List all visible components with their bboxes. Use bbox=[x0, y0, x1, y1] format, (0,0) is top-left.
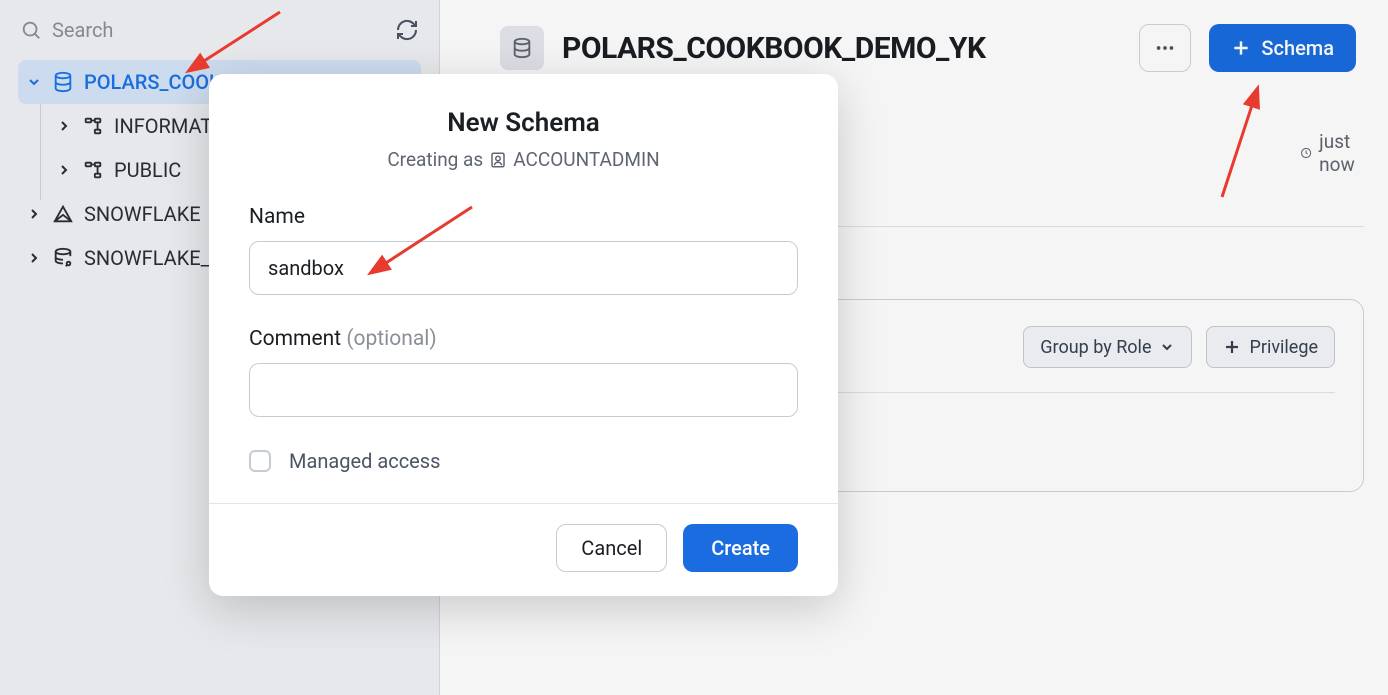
create-button[interactable]: Create bbox=[683, 524, 798, 572]
name-label: Name bbox=[249, 205, 798, 229]
comment-label: Comment (optional) bbox=[249, 327, 798, 351]
modal-subtitle: Creating as ACCOUNTADMIN bbox=[249, 148, 798, 171]
cancel-button[interactable]: Cancel bbox=[556, 524, 667, 572]
managed-access-checkbox[interactable] bbox=[249, 450, 271, 472]
name-input[interactable] bbox=[249, 241, 798, 295]
comment-input[interactable] bbox=[249, 363, 798, 417]
new-schema-modal: New Schema Creating as ACCOUNTADMIN Name… bbox=[209, 74, 838, 596]
managed-access-label: Managed access bbox=[289, 449, 440, 473]
role-badge-icon bbox=[489, 151, 507, 169]
modal-footer: Cancel Create bbox=[209, 503, 838, 596]
modal-title: New Schema bbox=[249, 108, 798, 138]
